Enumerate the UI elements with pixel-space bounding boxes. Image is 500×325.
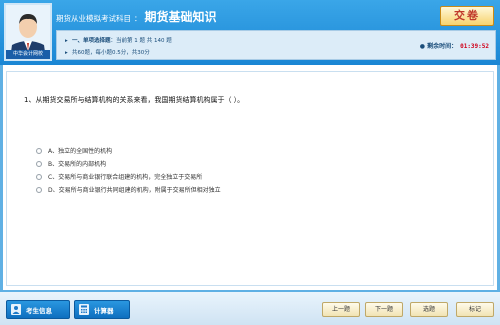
section-info: ▸ 一、单项选择题：当前第 1 题 共 140 题: [65, 36, 172, 44]
option-label: D、交易所与商业银行共同组建的机构，附属于交易所但相对独立: [48, 187, 221, 194]
section-label: 一、单项选择题: [72, 38, 111, 44]
radio-button[interactable]: [36, 173, 42, 180]
arrow-right-icon: ▸: [65, 38, 68, 44]
calculator-icon: [79, 304, 89, 315]
timer-value: 01:39:52: [460, 43, 489, 50]
option-d[interactable]: D、交易所与商业银行共同组建的机构，附属于交易所但相对独立: [36, 183, 221, 196]
option-label: C、交易所与商业银行联合组建的机构，完全独立于交易所: [48, 174, 203, 181]
prev-question-button[interactable]: 上一题: [322, 302, 360, 317]
question-info-panel: ▸ 一、单项选择题：当前第 1 题 共 140 题 ▸ 共60题，每小题0.5分，共…: [56, 30, 496, 60]
question-text: 1、从期货交易所与结算机构的关系来看，我国期货结算机构属于（ ）。: [24, 96, 245, 104]
exam-subject: 期货基础知识: [144, 10, 217, 24]
calculator-button[interactable]: 计算器: [74, 300, 130, 319]
option-a[interactable]: A、独立的全国性的机构: [36, 144, 221, 157]
submit-exam-button[interactable]: 交卷: [440, 6, 494, 26]
candidate-info-label: 考生信息: [26, 306, 52, 315]
select-question-button[interactable]: 选题: [410, 302, 448, 317]
mark-question-button[interactable]: 标记: [456, 302, 494, 317]
countdown-timer: ● 剩余时间： 01:39:52: [420, 41, 489, 50]
clock-icon: ●: [419, 43, 425, 50]
option-c[interactable]: C、交易所与商业银行联合组建的机构，完全独立于交易所: [36, 170, 221, 183]
answer-options: A、独立的全国性的机构 B、交易所的内部机构 C、交易所与商业银行联合组建的机构…: [36, 144, 221, 196]
calculator-label: 计算器: [94, 306, 114, 315]
id-card-icon: [11, 304, 21, 315]
radio-button[interactable]: [36, 147, 42, 154]
option-label: A、独立的全国性的机构: [48, 148, 113, 155]
option-b[interactable]: B、交易所的内部机构: [36, 157, 221, 170]
exam-title-separator: ：: [134, 14, 142, 23]
candidate-avatar: 中华会计网校: [4, 3, 52, 61]
next-question-button[interactable]: 下一题: [365, 302, 403, 317]
radio-button[interactable]: [36, 160, 42, 167]
timer-label: 剩余时间：: [427, 43, 458, 50]
score-summary-text: 共60题，每小题0.5分，共30分: [72, 50, 150, 56]
score-summary: ▸ 共60题，每小题0.5分，共30分: [65, 48, 150, 56]
section-progress: ：当前第 1 题 共 140 题: [110, 38, 172, 44]
exam-title-prefix: 期货从业模拟考试科目: [56, 14, 131, 23]
exam-title: 期货从业模拟考试科目 ： 期货基础知识: [56, 8, 217, 28]
avatar-caption: 中华会计网校: [6, 50, 50, 59]
exam-header: 中华会计网校 期货从业模拟考试科目 ： 期货基础知识 交卷 ▸ 一、单项选择题：当…: [0, 0, 500, 65]
option-label: B、交易所的内部机构: [48, 161, 107, 168]
candidate-info-button[interactable]: 考生信息: [6, 300, 70, 319]
radio-button[interactable]: [36, 186, 42, 193]
arrow-right-icon: ▸: [65, 50, 68, 56]
exam-footer: 考生信息 计算器 上一题 下一题 选题 标记: [0, 290, 500, 325]
